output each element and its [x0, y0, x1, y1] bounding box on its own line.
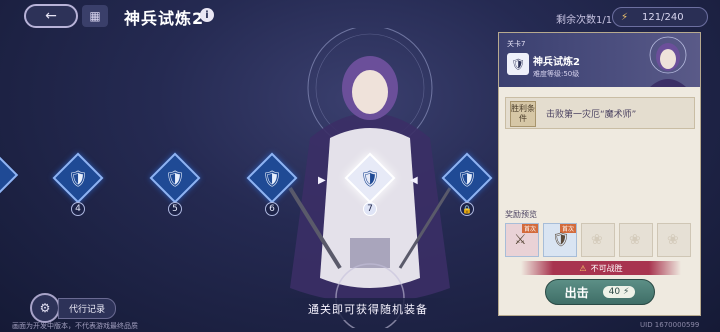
- lightning-icon: ⚡: [623, 287, 630, 297]
- proxy-icon: ⚙: [30, 293, 60, 323]
- back-arrow-icon: ←: [45, 8, 57, 24]
- reward-slot[interactable]: 首次 ⚔: [505, 223, 539, 257]
- lightning-icon: ⚡: [621, 11, 629, 23]
- lotus-icon: ❀: [591, 232, 603, 248]
- selection-arrow-left-icon: ▶: [318, 175, 326, 186]
- reward-slot[interactable]: 首次 🛡: [543, 223, 577, 257]
- grid-icon: ▦: [89, 9, 101, 23]
- reward-slot-empty: ❀: [619, 223, 653, 257]
- stage-number: 7: [363, 202, 377, 216]
- sortie-button[interactable]: 出击 40 ⚡: [545, 279, 655, 305]
- reward-slot-empty: ❀: [581, 223, 615, 257]
- energy-value: 121/240: [642, 11, 684, 23]
- lotus-icon: ❀: [667, 232, 679, 248]
- reward-preview-title: 奖励预览: [505, 210, 537, 219]
- reward-slot-empty: ❀: [657, 223, 691, 257]
- stage-number: 5: [168, 202, 182, 216]
- back-button[interactable]: ←: [24, 4, 78, 28]
- uid-label: UID 1670000599: [640, 321, 700, 329]
- shield-icon: 🛡: [164, 168, 186, 188]
- victory-text: 击败第一灾厄“魔术师”: [546, 110, 637, 120]
- victory-tag: 胜利条件: [510, 101, 536, 127]
- victory-condition: 胜利条件 击败第一灾厄“魔术师”: [505, 97, 695, 129]
- stage-number: 4: [71, 202, 85, 216]
- shield-icon: 🛡: [359, 168, 381, 188]
- stage-label: 关卡7: [507, 40, 526, 48]
- warning-text: 不可战胜: [590, 263, 623, 273]
- remaining-attempts: 剩余次数1/1: [556, 15, 613, 26]
- shield-icon: 🛡: [261, 168, 283, 188]
- shield-icon: 🛡: [67, 168, 89, 188]
- stage-node-6[interactable]: 🛡 6: [246, 152, 298, 216]
- warning-icon: ⚠: [579, 263, 587, 273]
- selection-arrow-right-icon: ◀: [410, 175, 418, 186]
- info-icon[interactable]: i: [200, 8, 214, 22]
- page-title: 神兵试炼2: [124, 9, 205, 28]
- sortie-label: 出击: [564, 285, 589, 300]
- proxy-record-button[interactable]: ⚙ 代行记录: [30, 293, 117, 323]
- energy-counter[interactable]: ⚡ 121/240: [612, 7, 708, 27]
- top-bar: ← ▦ 神兵试炼2 i 剩余次数1/1 ⚡ 121/240: [0, 0, 720, 34]
- stage-detail-panel: 关卡7 🛡 神兵试炼2 难度等级:50级 胜利条件 击败第一灾厄“魔术师” 奖励…: [498, 32, 701, 316]
- boss-portrait: [649, 36, 687, 87]
- panel-header: 关卡7 🛡 神兵试炼2 难度等级:50级: [499, 33, 700, 87]
- stage-number: 6: [265, 202, 279, 216]
- weapon-icon: ⚔: [514, 232, 527, 248]
- menu-grid-button[interactable]: ▦: [82, 5, 108, 27]
- lock-icon: 🔒: [460, 202, 474, 216]
- shield-weapon-icon: 🛡: [552, 232, 570, 248]
- shield-icon: 🛡: [507, 53, 529, 75]
- stage-node-4[interactable]: 🛡 4: [52, 152, 104, 216]
- dev-footnote: 画面为开发中版本，不代表游戏最终品质: [12, 322, 138, 330]
- shield-icon: 🛡: [456, 168, 478, 188]
- stage-node-5[interactable]: 🛡 5: [149, 152, 201, 216]
- reward-banner: 通关即可获得随机装备: [268, 298, 468, 320]
- difficulty-level: 难度等级:50级: [533, 70, 580, 78]
- lotus-icon: ❀: [629, 232, 641, 248]
- proxy-record-label: 代行记录: [58, 297, 117, 319]
- invincible-warning: ⚠ 不可战胜: [521, 261, 681, 275]
- panel-title: 神兵试炼2: [533, 57, 580, 68]
- sortie-cost: 40 ⚡: [602, 286, 636, 298]
- stage-node-locked[interactable]: 🛡 🔒: [441, 152, 493, 216]
- stage-node-7[interactable]: 🛡 7: [344, 152, 396, 216]
